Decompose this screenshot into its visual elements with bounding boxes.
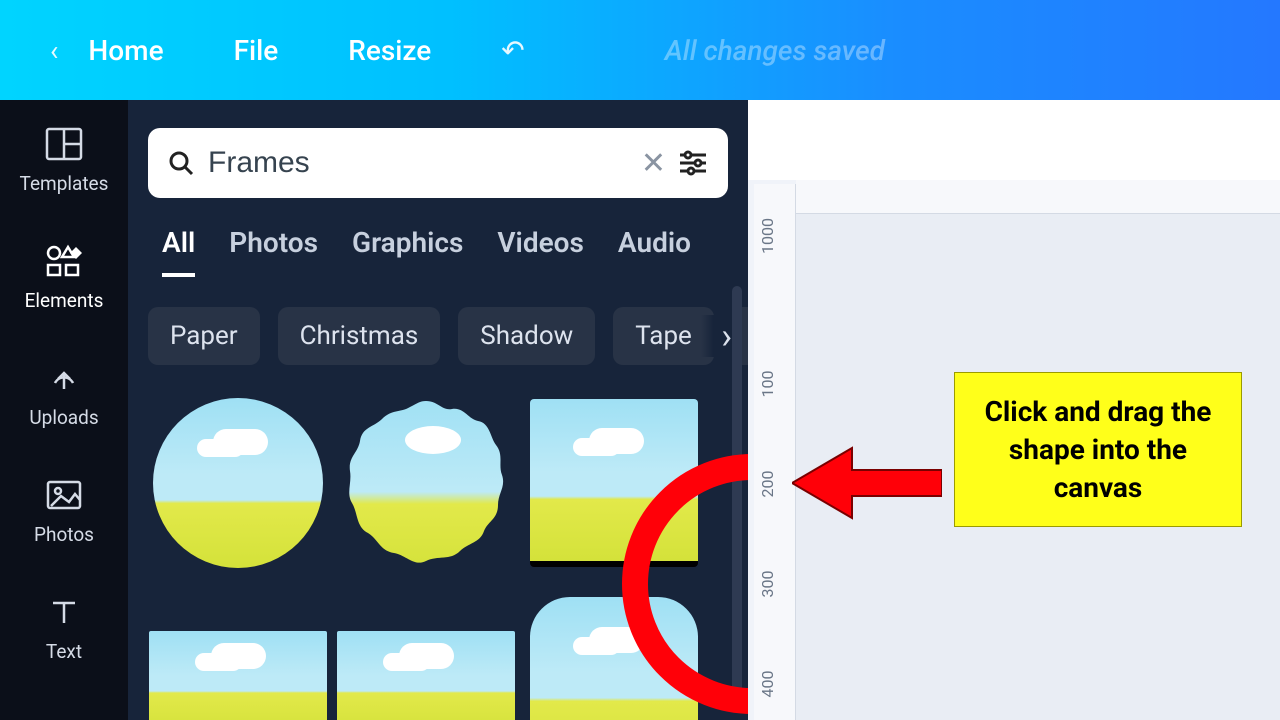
panel-scrollbar[interactable] bbox=[732, 286, 742, 706]
ruler-tick: 300 bbox=[758, 564, 777, 604]
frame-blob[interactable] bbox=[336, 393, 516, 573]
sidebar-item-photos[interactable]: Photos bbox=[0, 469, 128, 552]
chip-shadow[interactable]: Shadow bbox=[458, 307, 595, 365]
results-tabs: All Photos Graphics Videos Audio bbox=[148, 226, 728, 277]
ruler-tick: 100 bbox=[758, 364, 777, 404]
menu-home[interactable]: Home bbox=[88, 34, 163, 67]
photos-icon bbox=[42, 475, 86, 515]
ruler-tick: 400 bbox=[758, 664, 777, 704]
chip-paper[interactable]: Paper bbox=[148, 307, 260, 365]
save-status: All changes saved bbox=[665, 34, 885, 67]
ruler-tick: 1000 bbox=[758, 216, 777, 256]
tab-audio[interactable]: Audio bbox=[618, 226, 691, 277]
elements-icon bbox=[42, 241, 86, 281]
chip-christmas[interactable]: Christmas bbox=[278, 307, 441, 365]
frame-circle[interactable] bbox=[148, 393, 328, 573]
top-menu-bar: ‹ Home File Resize ↶ All changes saved bbox=[0, 0, 1280, 100]
chip-tape[interactable]: Tape bbox=[613, 307, 714, 365]
frame-wide-1[interactable] bbox=[148, 591, 328, 720]
sidebar-label-uploads: Uploads bbox=[29, 406, 98, 429]
back-icon[interactable]: ‹ bbox=[50, 34, 58, 67]
frame-wide-2[interactable] bbox=[336, 591, 516, 720]
sidebar-label-text: Text bbox=[46, 640, 82, 663]
search-box[interactable]: ✕ bbox=[148, 128, 728, 198]
menu-file[interactable]: File bbox=[234, 34, 279, 67]
sidebar-item-elements[interactable]: Elements bbox=[0, 235, 128, 318]
sidebar-item-text[interactable]: Text bbox=[0, 586, 128, 669]
search-icon bbox=[166, 148, 196, 178]
tab-graphics[interactable]: Graphics bbox=[352, 226, 463, 277]
frame-rounded[interactable] bbox=[524, 591, 704, 720]
search-filters-icon[interactable] bbox=[676, 146, 710, 180]
tab-all[interactable]: All bbox=[162, 226, 195, 277]
sidebar-label-photos: Photos bbox=[34, 523, 94, 546]
menu-resize[interactable]: Resize bbox=[348, 34, 431, 67]
ruler-tick: 200 bbox=[758, 464, 777, 504]
elements-panel: ✕ All Photos Graphics Videos Audio Paper… bbox=[128, 100, 748, 720]
tool-sidebar: Templates Elements Uploads bbox=[0, 100, 128, 720]
ruler-vertical: 1000 100 200 300 400 bbox=[754, 184, 796, 720]
clear-search-icon[interactable]: ✕ bbox=[631, 146, 676, 181]
sidebar-label-elements: Elements bbox=[25, 289, 104, 312]
suggestion-chips: Paper Christmas Shadow Tape Ba › bbox=[148, 307, 728, 365]
sidebar-item-uploads[interactable]: Uploads bbox=[0, 352, 128, 435]
frame-square[interactable] bbox=[524, 393, 704, 573]
search-input[interactable] bbox=[196, 146, 631, 180]
text-icon bbox=[42, 592, 86, 632]
canvas-area: 1000 100 200 300 400 Click and drag the … bbox=[748, 100, 1280, 720]
undo-icon[interactable]: ↶ bbox=[501, 34, 524, 67]
tab-videos[interactable]: Videos bbox=[497, 226, 584, 277]
frames-grid bbox=[148, 393, 728, 720]
templates-icon bbox=[42, 124, 86, 164]
uploads-icon bbox=[42, 358, 86, 398]
chips-scroll-right-icon[interactable]: › bbox=[701, 315, 732, 357]
sidebar-label-templates: Templates bbox=[20, 172, 109, 195]
annotation-tooltip: Click and drag the shape into the canvas bbox=[954, 372, 1242, 527]
tab-photos[interactable]: Photos bbox=[229, 226, 318, 277]
canvas-toolbar bbox=[748, 100, 1280, 180]
ruler-horizontal bbox=[796, 180, 1280, 214]
sidebar-item-templates[interactable]: Templates bbox=[0, 118, 128, 201]
